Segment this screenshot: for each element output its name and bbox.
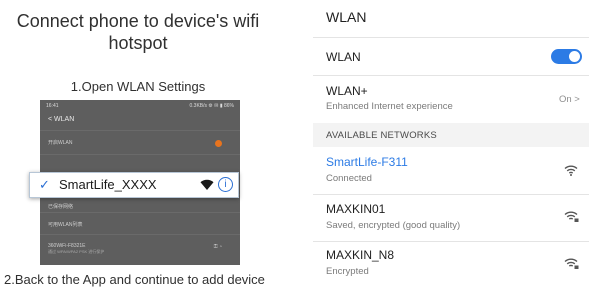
wlanplus-subtitle: Enhanced Internet experience [326,101,453,112]
phone-row-title: 可用WLAN列表 [48,222,83,228]
phone-status-time: 16:41 [46,103,59,109]
section-title: AVAILABLE NETWORKS [326,130,437,141]
divider [313,75,589,76]
phone-row-title: 开启WLAN [48,140,73,146]
wifi-icon [200,179,214,190]
toggle-knob [569,51,580,62]
callout-ssid: SmartLife_XXXX [59,177,157,192]
wifi-lock-icon [564,211,579,222]
checkmark-icon: ✓ [39,177,50,192]
info-icon: i [218,177,233,192]
step-2-label: 2.Back to the App and continue to add de… [4,272,265,287]
phone-row: 开启WLAN [40,130,240,155]
network-name: MAXKIN01 [326,202,386,216]
wlanplus-value: On > [559,94,580,105]
wifi-lock-icon [564,258,579,269]
step-1-label: 1.Open WLAN Settings [70,79,206,94]
network-name: MAXKIN_N8 [326,248,395,262]
network-name: SmartLife-F311 [326,155,408,169]
divider [313,241,589,242]
phone-status-icons: 0.3KB/s ⚙ ✉ ▮ 86% [189,103,235,109]
phone-toggle-icon [215,140,222,147]
divider [313,194,589,195]
wlanplus-label: WLAN+ [326,84,368,98]
instruction-panel: Connect phone to device's wifi hotspot 1… [0,0,276,288]
available-networks-header: AVAILABLE NETWORKS [313,123,589,147]
network-status: Encrypted [326,266,369,277]
highlighted-network-callout: ✓ SmartLife_XXXX i [29,172,239,198]
phone-row-subtitle: 通过 WPA/WPA2 PSK 进行保护 [48,249,105,254]
phone-wifi-icon: ⚿ ◔ [213,244,222,250]
network-status: Saved, encrypted (good quality) [326,220,461,231]
instruction-heading: Connect phone to device's wifi hotspot [16,11,260,53]
phone-screen-title: < WLAN [48,116,75,123]
phone-row-title: 已保存网络 [48,204,74,210]
divider [313,37,589,38]
phone-status-bar: 16:41 0.3KB/s ⚙ ✉ ▮ 86% [40,100,240,112]
wlan-toggle[interactable] [551,49,582,64]
phone-row: 360WiFi-F8321E 通过 WPA/WPA2 PSK 进行保护 ⚿ ◔ [40,234,240,259]
wlan-page-title: WLAN [326,9,367,25]
wlan-settings-screen: WLAN WLAN WLAN+ Enhanced Internet experi… [313,0,589,288]
wlan-label: WLAN [326,50,361,64]
wifi-signal-icon [564,165,578,176]
network-status: Connected [326,173,372,184]
